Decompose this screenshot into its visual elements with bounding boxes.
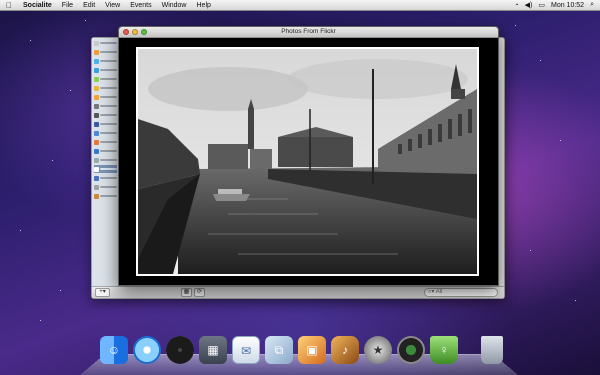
sidebar-item[interactable] [94, 183, 117, 191]
spotlight-icon[interactable]: ⌕ [590, 1, 594, 9]
canal-photo-image [138, 49, 477, 274]
status-area: ◔ ◀) ▭ Mon 10:52 ⌕ [514, 1, 600, 9]
sidebar-item[interactable] [94, 66, 117, 74]
search-placeholder: All [435, 289, 443, 295]
sidebar [92, 38, 120, 288]
menu-file[interactable]: File [57, 2, 78, 9]
garageband-icon[interactable]: ♪ [331, 336, 359, 364]
time-machine-icon[interactable] [397, 336, 425, 364]
sidebar-item[interactable] [94, 192, 117, 200]
finder-icon[interactable]: ☺ [100, 336, 128, 364]
sidebar-item[interactable] [94, 147, 117, 155]
view-controls: ▦ ⟳ [181, 288, 205, 297]
sidebar-item[interactable] [94, 48, 117, 56]
search-icon: ⌕▾ [428, 289, 436, 295]
sidebar-item[interactable] [94, 156, 117, 164]
sidebar-item[interactable] [94, 102, 117, 110]
photo-window-titlebar[interactable]: Photos From Flickr [119, 27, 498, 38]
grid-view-button[interactable]: ▦ [181, 288, 192, 297]
volume-icon[interactable]: ◀) [525, 1, 533, 9]
menubar-clock[interactable]: Mon 10:52 [551, 2, 584, 9]
battery-icon[interactable]: ▭ [538, 1, 545, 9]
flickr-photo[interactable] [136, 47, 479, 276]
apple-menu-icon[interactable]:  [0, 1, 18, 10]
wifi-icon[interactable]: ◔ [514, 2, 518, 9]
menu-edit[interactable]: Edit [78, 2, 100, 9]
dock: ☺ ▦ ✉ ⧉ ▣ ♪ ★ ♀ [100, 336, 503, 364]
menu-help[interactable]: Help [192, 2, 216, 9]
sidebar-item[interactable] [94, 129, 117, 137]
refresh-button[interactable]: ⟳ [194, 288, 205, 297]
sidebar-item[interactable] [94, 57, 117, 65]
safari-icon[interactable] [133, 336, 161, 364]
menu-bar:  Socialite File Edit View Events Window… [0, 0, 600, 11]
search-field[interactable]: ⌕▾ All [424, 288, 498, 297]
menu-view[interactable]: View [100, 2, 125, 9]
sidebar-item[interactable] [94, 111, 117, 119]
sidebar-item[interactable] [94, 39, 117, 47]
bottom-toolbar: +▾ ▦ ⟳ ⌕▾ All [92, 286, 504, 298]
menu-app-name[interactable]: Socialite [18, 2, 57, 9]
dashboard-icon[interactable]: ▦ [199, 336, 227, 364]
drink-app-icon[interactable]: ♀ [430, 336, 458, 364]
sidebar-item[interactable] [94, 138, 117, 146]
menu-events[interactable]: Events [125, 2, 156, 9]
imovie-icon[interactable]: ★ [364, 336, 392, 364]
sidebar-item[interactable] [94, 93, 117, 101]
preview-icon[interactable]: ⧉ [265, 336, 293, 364]
sidebar-item-selected[interactable] [94, 165, 117, 173]
sidebar-item[interactable] [94, 174, 117, 182]
sidebar-item[interactable] [94, 84, 117, 92]
sidebar-item[interactable] [94, 120, 117, 128]
trash-icon[interactable] [481, 336, 503, 364]
sidebar-item[interactable] [94, 75, 117, 83]
menu-window[interactable]: Window [157, 2, 192, 9]
iphoto-icon[interactable]: ▣ [298, 336, 326, 364]
window-title: Photos From Flickr [281, 28, 336, 35]
photo-window: Photos From Flickr [118, 26, 499, 286]
clock-icon[interactable] [166, 336, 194, 364]
add-account-button[interactable]: +▾ [95, 288, 110, 297]
mail-icon[interactable]: ✉ [232, 336, 260, 364]
